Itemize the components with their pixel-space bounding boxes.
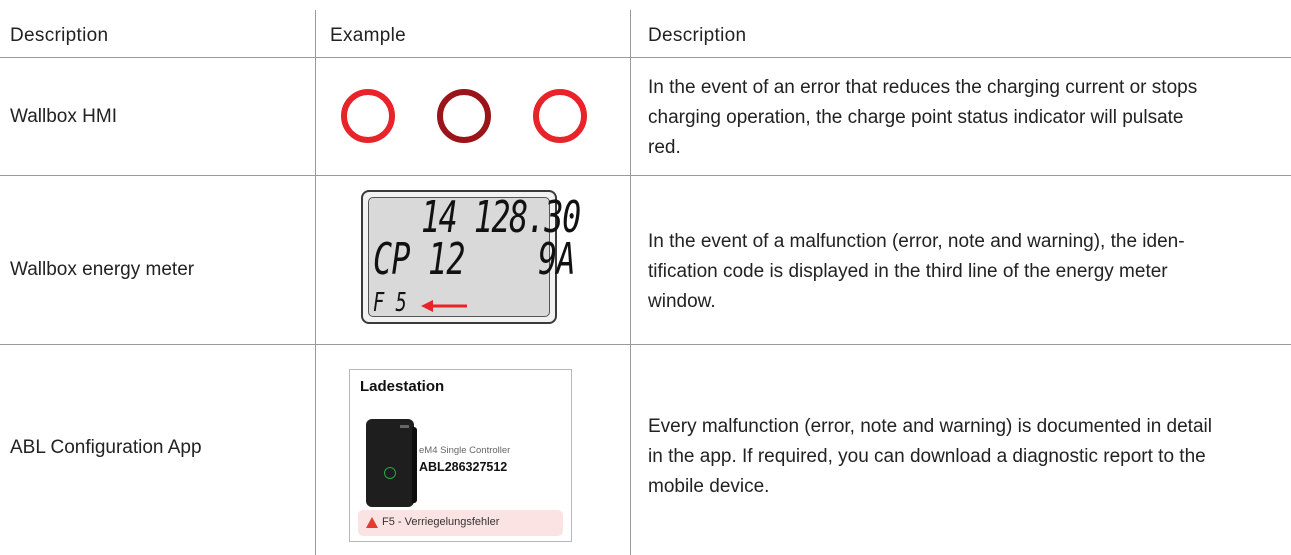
red-arrow-icon xyxy=(421,300,467,312)
header-description-1: Description xyxy=(10,25,109,46)
lcd-line-3: F 5 xyxy=(373,288,407,318)
energy-meter-display: 14 128.30 CP 12 9A F 5 xyxy=(361,190,581,324)
row-label-hmi: Wallbox HMI xyxy=(10,106,117,127)
lcd-screen: 14 128.30 CP 12 9A F 5 xyxy=(368,192,581,318)
warning-icon xyxy=(366,517,378,528)
description-line: In the event of a malfunction (error, no… xyxy=(648,231,1185,252)
wallbox-device-icon xyxy=(366,419,414,507)
status-ring-dark-red-icon xyxy=(437,89,491,143)
column-divider-2 xyxy=(630,10,631,555)
app-device-subtitle: eM4 Single Controller xyxy=(419,445,511,456)
description-line: mobile device. xyxy=(648,476,770,497)
status-ring-bright-red-icon xyxy=(341,89,395,143)
header-example: Example xyxy=(330,25,407,46)
status-ring-bright-red-icon xyxy=(533,89,587,143)
device-status-led-icon xyxy=(384,467,396,479)
row-label-config-app: ABL Configuration App xyxy=(10,437,202,458)
app-screenshot-card: Ladestation eM4 Single Controller ABL286… xyxy=(349,369,572,542)
description-line: in the app. If required, you can downloa… xyxy=(648,446,1206,467)
lcd-line-2: CP 12 9A xyxy=(373,234,576,285)
header-description-2: Description xyxy=(648,25,747,46)
description-line: tification code is displayed in the thir… xyxy=(648,261,1168,282)
alert-text: F5 - Verriegelungsfehler xyxy=(382,516,500,528)
description-line: charging operation, the charge point sta… xyxy=(648,107,1184,128)
row-divider-1 xyxy=(0,175,1291,176)
app-device-id: ABL286327512 xyxy=(419,460,508,474)
app-error-alert: F5 - Verriegelungsfehler xyxy=(358,510,563,536)
description-line: In the event of an error that reduces th… xyxy=(648,77,1198,98)
description-line: red. xyxy=(648,137,681,158)
app-title: Ladestation xyxy=(360,378,445,395)
device-cable-icon xyxy=(412,427,417,503)
column-divider-1 xyxy=(315,10,316,555)
info-table: Description Example Description Wallbox … xyxy=(0,0,1291,555)
description-line: window. xyxy=(648,291,716,312)
device-logo xyxy=(400,425,409,428)
row-label-energy-meter: Wallbox energy meter xyxy=(10,259,195,280)
header-divider xyxy=(0,57,1291,58)
description-line: Every malfunction (error, note and warni… xyxy=(648,416,1212,437)
row-divider-2 xyxy=(0,344,1291,345)
